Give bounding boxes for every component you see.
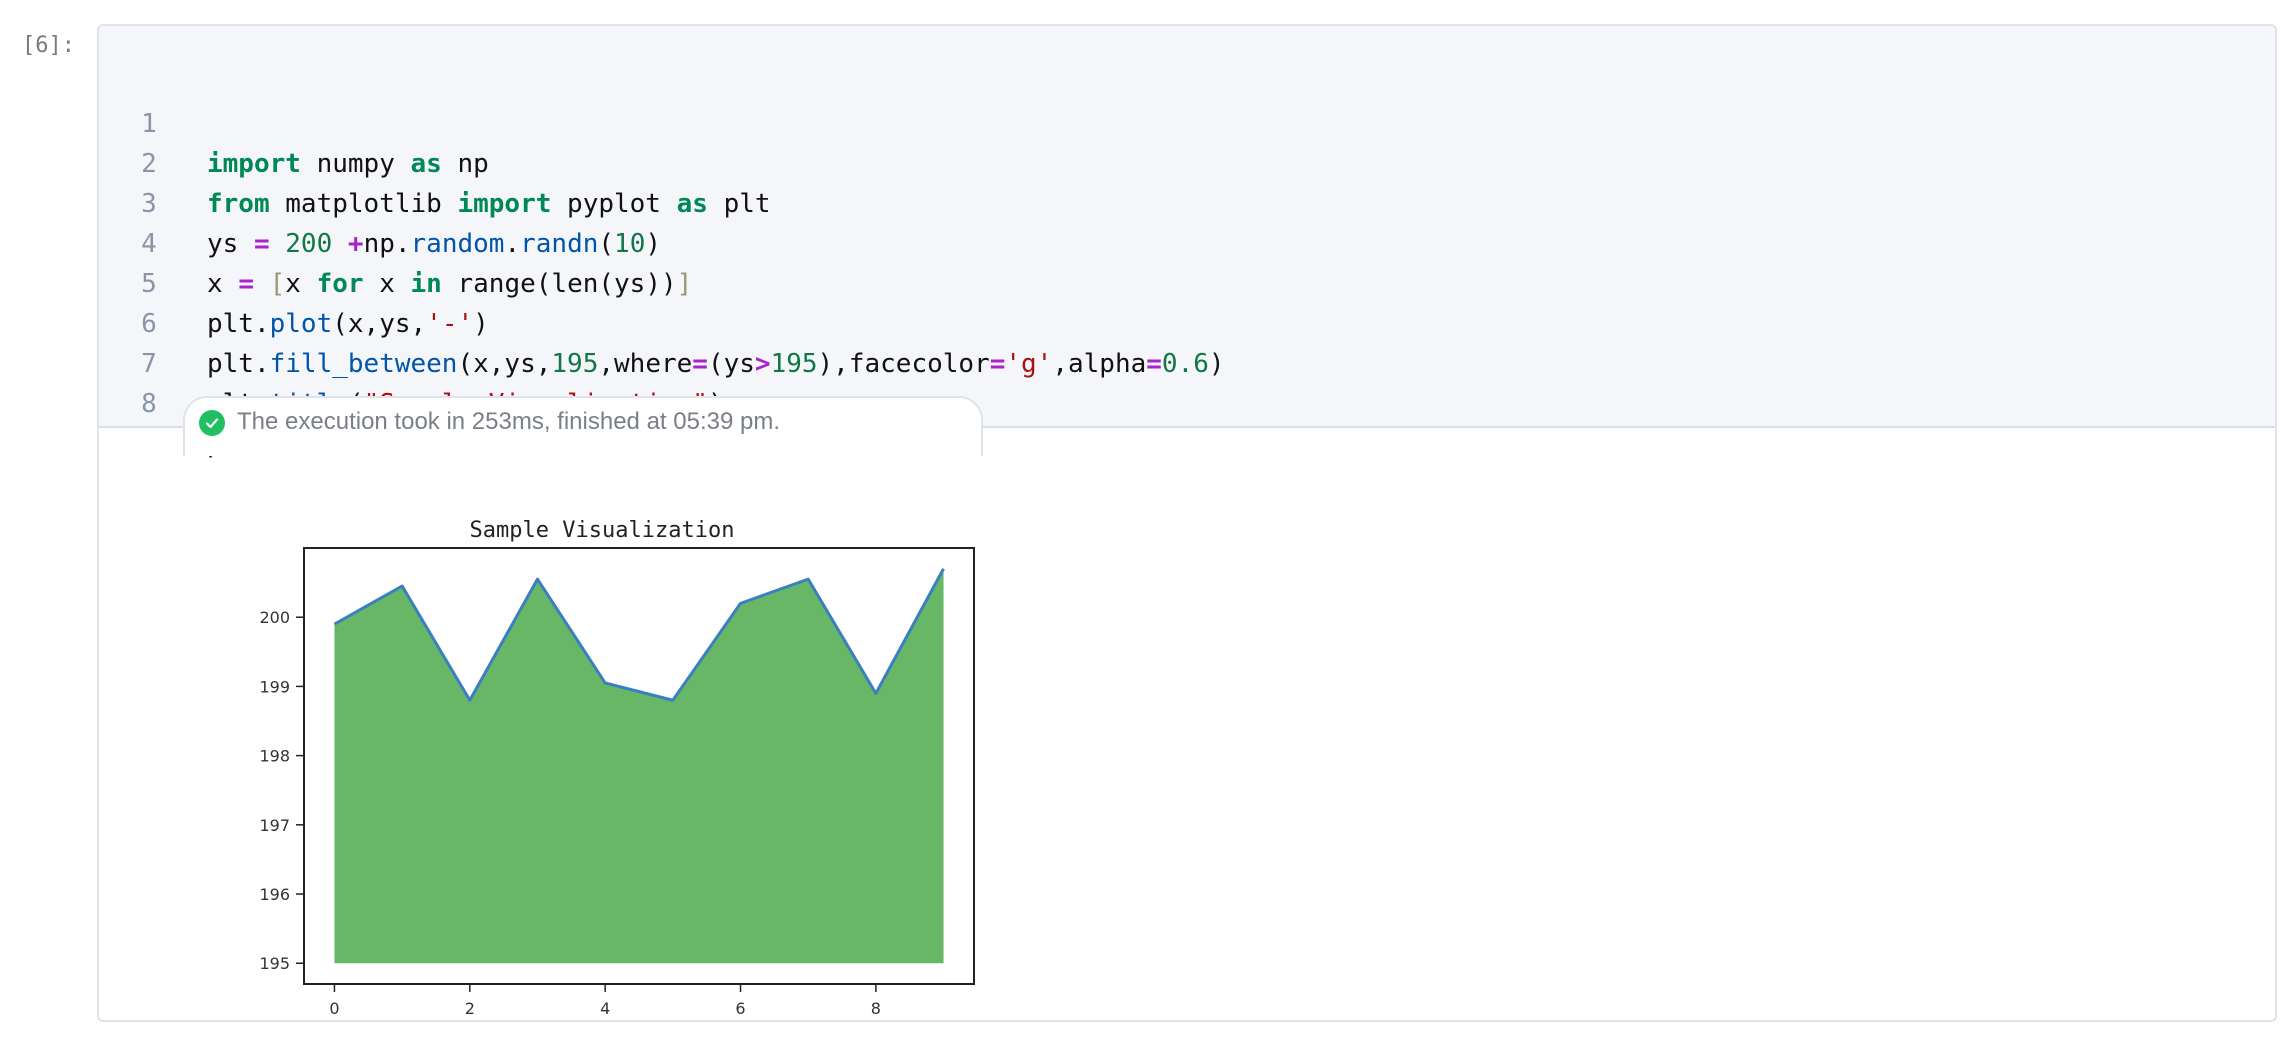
operator: = <box>253 229 270 259</box>
identifier: ),facecolor <box>817 349 990 379</box>
punctuation: (x,ys, <box>332 309 427 339</box>
code-line[interactable]: 2 from matplotlib import pyplot as plt <box>99 104 770 219</box>
operator: = <box>989 349 1006 379</box>
x-tick-label: 4 <box>600 999 610 1018</box>
keyword: import <box>207 149 301 179</box>
line-number: 8 <box>141 389 157 419</box>
operator: + <box>347 229 364 259</box>
y-tick-label: 195 <box>259 954 290 973</box>
keyword: for <box>316 269 364 299</box>
code-text: import numpy as np <box>207 144 489 184</box>
punctuation: ) <box>473 309 489 339</box>
identifier: plt. <box>207 349 270 379</box>
identifier: plt. <box>207 309 270 339</box>
code-line[interactable]: 1 import numpy as np <box>99 64 489 179</box>
identifier: (ys <box>707 349 755 379</box>
execution-status-tab: The execution took in 253ms, finished at… <box>183 396 983 456</box>
punctuation: (x,ys, <box>457 349 552 379</box>
notebook-cell[interactable]: 1 import numpy as np 2 from matplotlib i… <box>97 24 2277 1022</box>
identifier: np <box>441 149 489 179</box>
identifier: range(len(ys)) <box>441 269 677 299</box>
code-line[interactable]: 7 plt.title("Sample Visualization") <box>99 304 723 419</box>
code-line[interactable]: 4 x = [x for x in range(len(ys))] <box>99 184 692 299</box>
keyword: import <box>457 189 552 219</box>
operator: = <box>692 349 708 379</box>
x-tick-label: 0 <box>329 999 339 1018</box>
y-tick-label: 200 <box>259 608 290 627</box>
string-literal: '-' <box>426 309 474 339</box>
identifier: np. <box>363 229 411 259</box>
code-editor[interactable]: 1 import numpy as np 2 from matplotlib i… <box>99 26 2275 459</box>
cell-prompt: [6]: <box>22 33 75 58</box>
number-literal: 10 <box>614 229 646 259</box>
check-circle-icon <box>199 410 225 436</box>
keyword: as <box>676 189 708 219</box>
identifier: matplotlib <box>269 189 458 219</box>
keyword: from <box>207 189 270 219</box>
area-chart: Sample Visualization 0 2 4 6 8 195 196 197 198 19… <box>259 518 975 1018</box>
code-text: plt.fill_between(x,ys,195,where=(ys>195)… <box>207 344 1225 384</box>
keyword: in <box>410 269 442 299</box>
code-line[interactable]: 8 plt.show() <box>99 344 363 459</box>
code-text: ys = 200 +np.random.randn(10) <box>207 224 661 264</box>
identifier: x <box>379 269 411 299</box>
number-literal: 195 <box>770 349 818 379</box>
identifier: plt <box>707 189 771 219</box>
number-literal: 200 <box>285 229 333 259</box>
execution-status-text: The execution took in 253ms, finished at… <box>237 408 780 435</box>
punctuation: ) <box>645 229 662 259</box>
operator: = <box>1146 349 1162 379</box>
function-name: plot <box>269 309 333 339</box>
identifier: x <box>285 269 317 299</box>
identifier: pyplot <box>551 189 677 219</box>
identifier: numpy <box>300 149 411 179</box>
code-line[interactable]: 5 plt.plot(x,ys,'-') <box>99 224 489 339</box>
punctuation: ( <box>598 229 615 259</box>
bracket: ] <box>676 269 693 299</box>
identifier: ys <box>207 229 254 259</box>
function-name: random <box>410 229 505 259</box>
punctuation: ) <box>1208 349 1225 379</box>
y-tick-label: 196 <box>259 885 290 904</box>
punctuation: . <box>504 229 521 259</box>
string-literal: 'g' <box>1005 349 1053 379</box>
code-text: from matplotlib import pyplot as plt <box>207 184 771 224</box>
x-tick-label: 8 <box>871 999 881 1018</box>
identifier: ,alpha <box>1052 349 1147 379</box>
operator: > <box>754 349 771 379</box>
code-text: x = [x for x in range(len(ys))] <box>207 264 692 304</box>
number-literal: 195 <box>551 349 599 379</box>
number-literal: 0.6 <box>1161 349 1209 379</box>
x-tick-label: 6 <box>735 999 745 1018</box>
chart-title: Sample Visualization <box>470 518 735 543</box>
operator: = <box>238 269 254 299</box>
code-line[interactable]: 3 ys = 200 +np.random.randn(10) <box>99 144 661 259</box>
identifier: ,where <box>598 349 693 379</box>
identifier: x <box>207 269 239 299</box>
code-text: plt.plot(x,ys,'-') <box>207 304 489 344</box>
bracket: [ <box>269 269 286 299</box>
y-tick-label: 198 <box>259 747 290 766</box>
y-tick-label: 197 <box>259 816 290 835</box>
keyword: as <box>410 149 442 179</box>
y-tick-label: 199 <box>259 677 290 696</box>
function-name: randn <box>520 229 599 259</box>
x-tick-label: 2 <box>465 999 475 1018</box>
function-name: fill_between <box>269 349 458 379</box>
code-line[interactable]: 6 plt.fill_between(x,ys,195,where=(ys>19… <box>99 264 1224 379</box>
